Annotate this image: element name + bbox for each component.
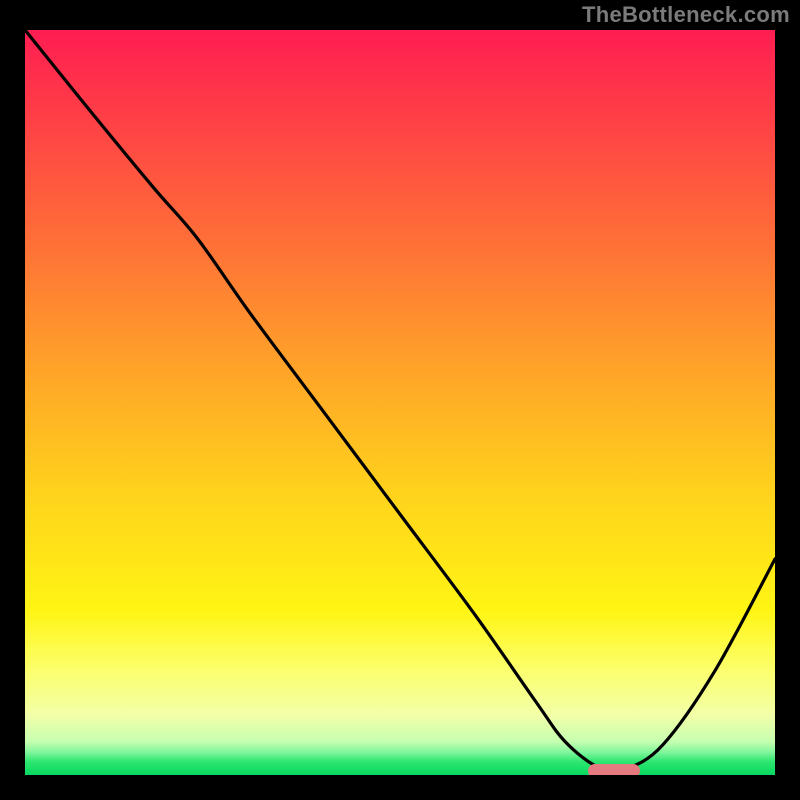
chart-root: TheBottleneck.com: [0, 0, 800, 800]
bottleneck-curve: [25, 30, 775, 771]
plot-area: [25, 30, 775, 775]
curve-layer: [25, 30, 775, 775]
watermark-text: TheBottleneck.com: [582, 2, 790, 28]
min-marker: [588, 764, 641, 775]
